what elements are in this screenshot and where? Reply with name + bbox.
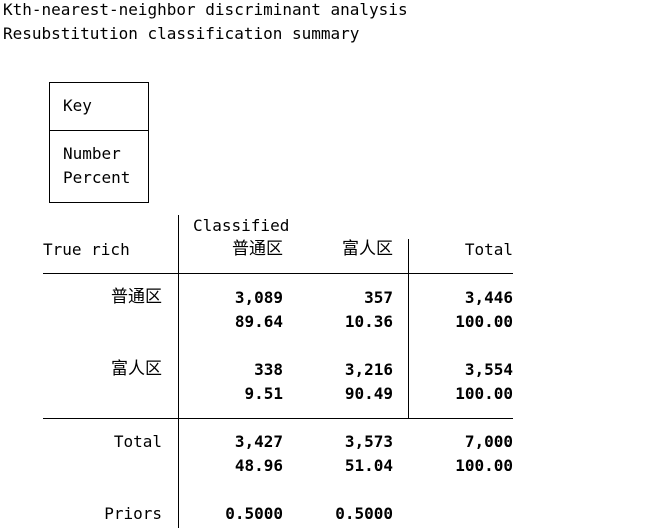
- row-header: True rich: [43, 240, 130, 259]
- cell-number: 3,554: [464, 360, 513, 379]
- total-label: Total: [113, 432, 162, 451]
- total-percent: 51.04: [344, 456, 393, 475]
- vertical-rule-right: [408, 239, 409, 419]
- cell-number: 338: [254, 360, 283, 379]
- total-number: 3,573: [344, 432, 393, 451]
- cell-percent: 9.51: [244, 384, 283, 403]
- cell-percent: 10.36: [344, 312, 393, 331]
- prior-value: 0.5000: [335, 504, 393, 523]
- output-title: Kth-nearest-neighbor discriminant analys…: [3, 0, 408, 19]
- key-header: Key: [63, 96, 92, 115]
- cell-number: 357: [364, 288, 393, 307]
- cell-percent: 100.00: [455, 384, 513, 403]
- col-header-total: Total: [464, 240, 513, 259]
- prior-value: 0.5000: [225, 504, 283, 523]
- cell-percent: 90.49: [344, 384, 393, 403]
- cell-percent: 100.00: [455, 312, 513, 331]
- key-line-percent: Percent: [63, 168, 131, 187]
- cell-number: 3,089: [234, 288, 283, 307]
- cell-percent: 89.64: [234, 312, 283, 331]
- cell-number: 3,446: [464, 288, 513, 307]
- row-label: 富人区: [111, 359, 162, 379]
- classified-header: Classified: [193, 216, 290, 235]
- row-label: 普通区: [111, 287, 162, 307]
- total-number: 3,427: [234, 432, 283, 451]
- total-rule: [43, 418, 513, 419]
- key-divider: [50, 130, 148, 131]
- total-percent: 48.96: [234, 456, 283, 475]
- header-rule: [43, 273, 513, 274]
- cell-number: 3,216: [344, 360, 393, 379]
- vertical-rule-left: [178, 215, 179, 528]
- output-subtitle: Resubstitution classification summary: [3, 24, 360, 43]
- priors-label: Priors: [104, 504, 162, 523]
- col-header-putong: 普通区: [232, 239, 283, 259]
- total-percent: 100.00: [455, 456, 513, 475]
- key-line-number: Number: [63, 144, 121, 163]
- total-number: 7,000: [464, 432, 513, 451]
- col-header-furen: 富人区: [342, 239, 393, 259]
